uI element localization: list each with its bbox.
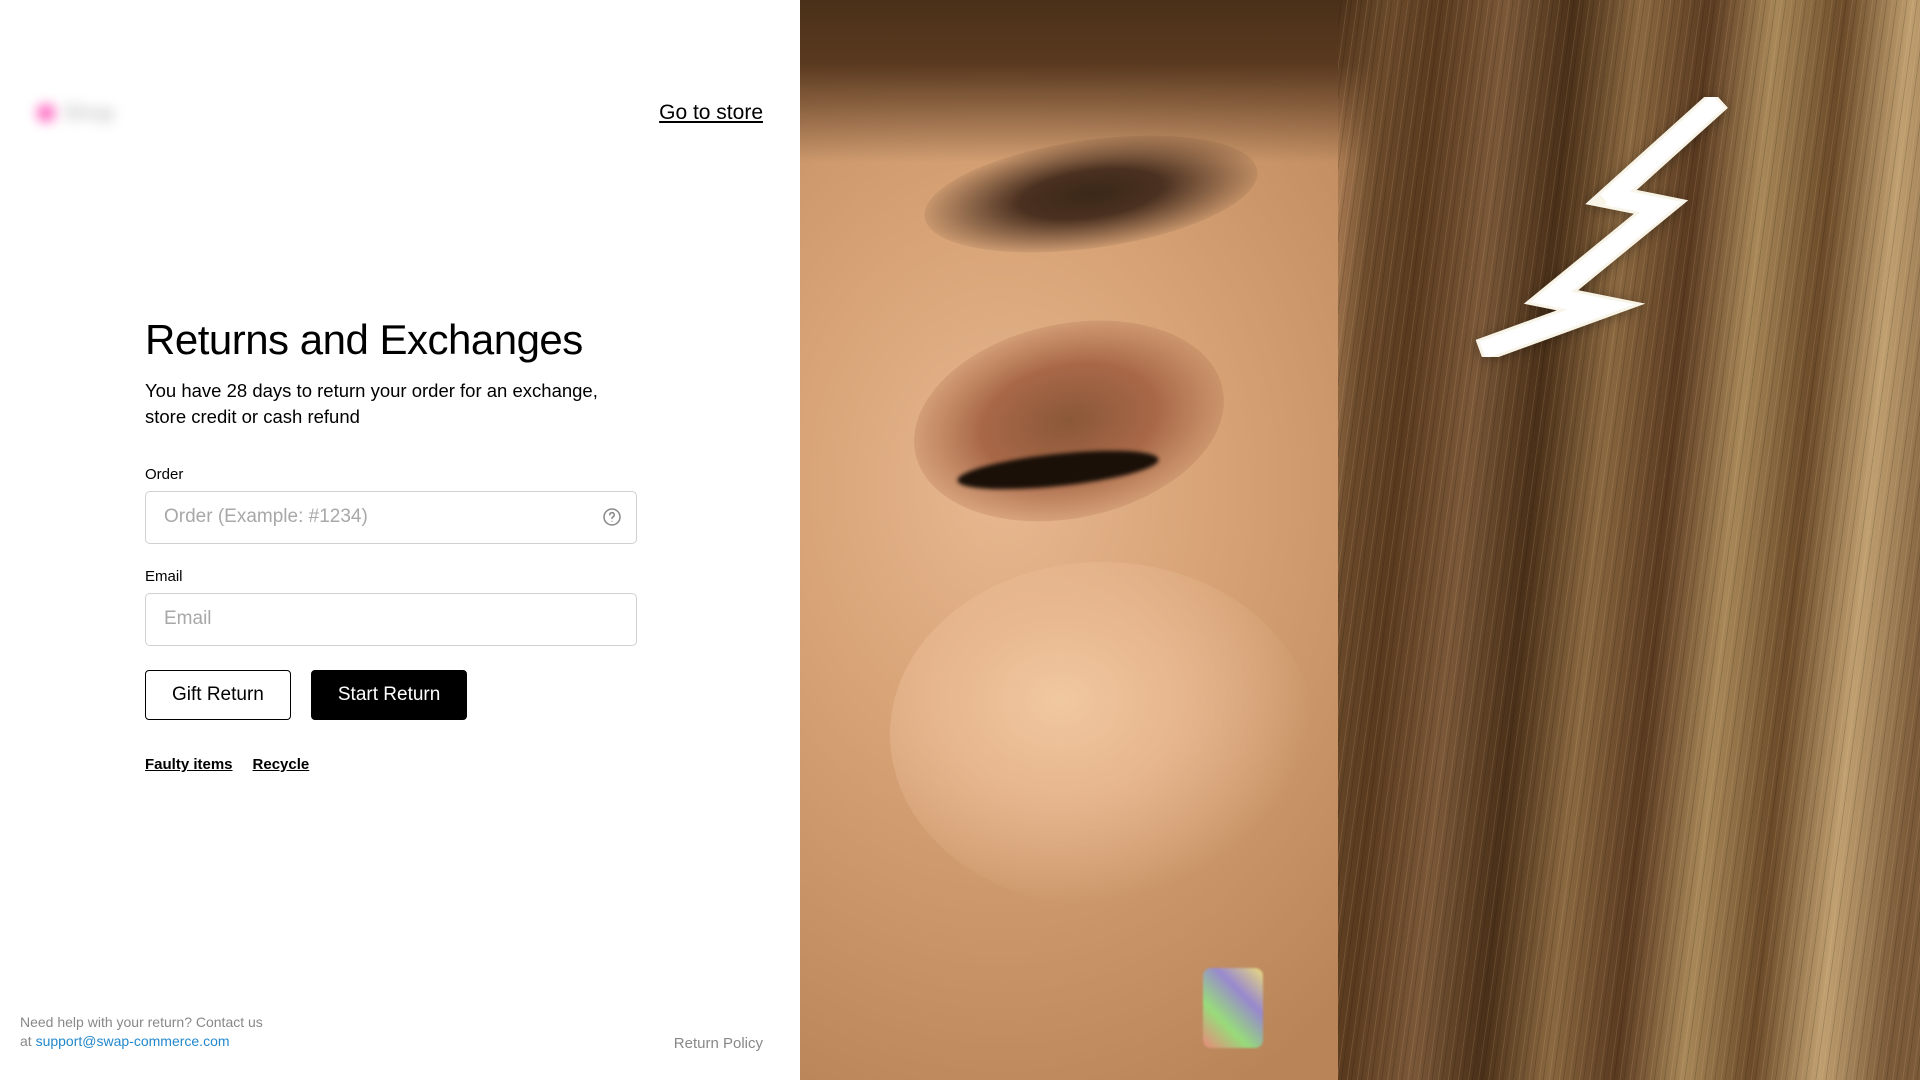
logo-text: Shop [63,100,114,126]
main-content: Returns and Exchanges You have 28 days t… [37,146,657,773]
faulty-items-link[interactable]: Faulty items [145,756,233,773]
support-email-link[interactable]: support@swap-commerce.com [36,1033,230,1049]
footer-help-text: Need help with your return? Contact us a… [20,1013,263,1052]
email-input[interactable] [145,593,637,646]
left-panel: Shop Go to store Returns and Exchanges Y… [0,0,800,1080]
button-row: Gift Return Start Return [145,670,657,720]
order-input-wrapper [145,491,637,544]
footer: Need help with your return? Contact us a… [20,1013,763,1052]
start-return-button[interactable]: Start Return [311,670,467,720]
recycle-link[interactable]: Recycle [253,756,310,773]
order-label: Order [145,466,657,483]
go-to-store-link[interactable]: Go to store [659,101,763,125]
header: Shop Go to store [37,0,763,146]
order-input[interactable] [145,491,637,544]
page-title: Returns and Exchanges [145,316,657,364]
hero-image [800,0,1920,1080]
help-icon[interactable] [603,508,621,526]
lightning-bolt-hairclip-icon [1461,97,1741,357]
logo: Shop [37,100,114,126]
footer-help-line1: Need help with your return? Contact us [20,1014,263,1030]
return-policy-link[interactable]: Return Policy [674,1035,763,1052]
model-photo [800,0,1920,1080]
footer-help-line2: at [20,1033,36,1049]
link-row: Faulty items Recycle [145,756,657,773]
email-input-wrapper [145,593,637,646]
gift-return-button[interactable]: Gift Return [145,670,291,720]
logo-dot-icon [37,104,55,122]
page-subtitle: You have 28 days to return your order fo… [145,378,635,430]
email-label: Email [145,568,657,585]
